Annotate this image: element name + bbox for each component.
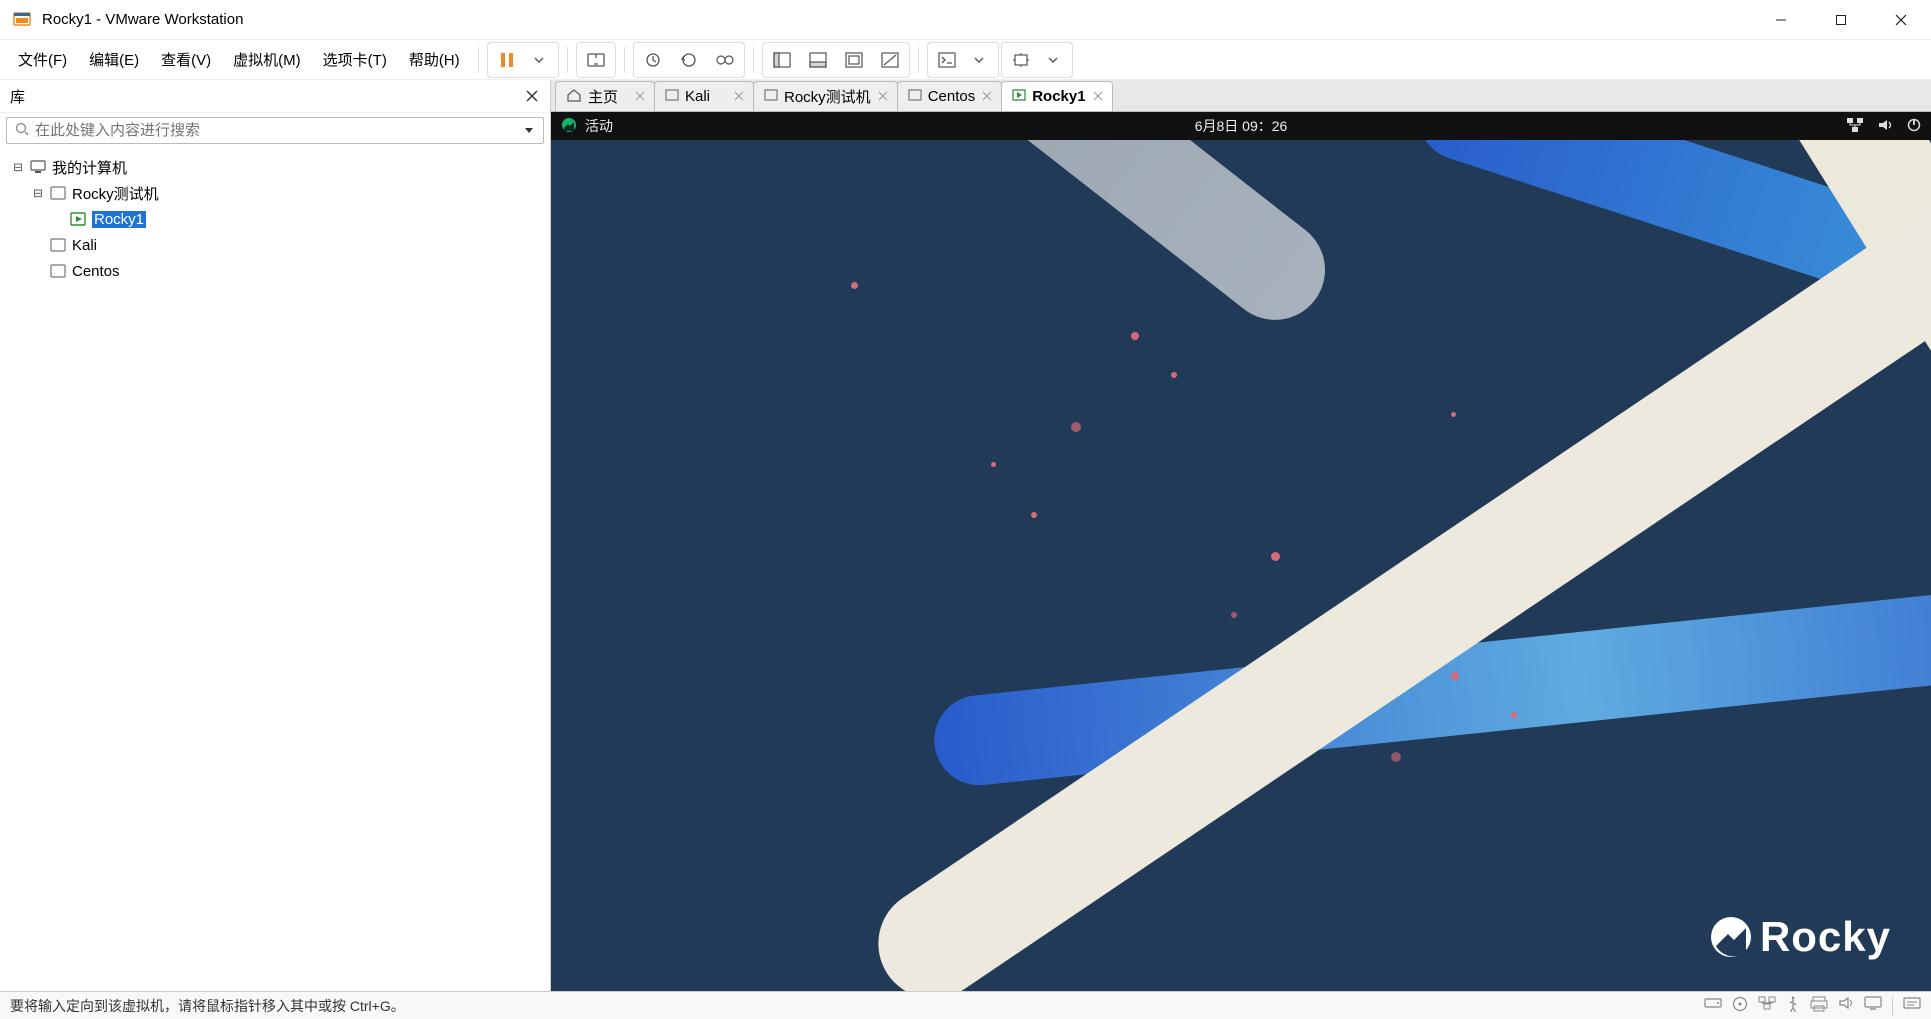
library-tree: ⊟ 我的计算机 ⊟ Rocky测试机 Rocky1 Kali	[0, 148, 550, 991]
tree-root-my-computer[interactable]: ⊟ 我的计算机	[4, 154, 546, 180]
vm-off-icon	[48, 261, 68, 281]
status-hdd-icon[interactable]	[1704, 996, 1722, 1015]
vm-area: 主页 Kali Rocky测试机 Centos Rocky1	[551, 80, 1931, 991]
tab-kali[interactable]: Kali	[654, 81, 754, 111]
status-sound-icon[interactable]	[1838, 996, 1854, 1015]
vm-off-icon	[764, 88, 778, 105]
sidebar-search[interactable]	[6, 117, 544, 144]
toolbar-stretch-dropdown[interactable]	[1036, 45, 1070, 75]
window-minimize-button[interactable]	[1751, 0, 1811, 40]
tree-item-label: Rocky测试机	[72, 183, 159, 204]
window-close-button[interactable]	[1871, 0, 1931, 40]
tab-label: Kali	[685, 88, 710, 105]
tab-centos[interactable]: Centos	[897, 81, 1003, 111]
vm-off-icon	[665, 88, 679, 105]
tree-vm-rocky1[interactable]: Rocky1	[4, 206, 546, 232]
tab-label: Rocky测试机	[784, 86, 871, 107]
toolbar-view-unity-button[interactable]	[873, 45, 907, 75]
tab-rocky-test[interactable]: Rocky测试机	[753, 81, 898, 111]
volume-icon[interactable]	[1877, 118, 1893, 135]
sidebar-close-button[interactable]	[520, 84, 544, 108]
tree-root-label: 我的计算机	[52, 157, 127, 178]
rocky-wallpaper: Rocky	[551, 112, 1931, 991]
window-maximize-button[interactable]	[1811, 0, 1871, 40]
rocky-hat-icon	[561, 117, 577, 136]
status-usb-icon[interactable]	[1786, 996, 1800, 1015]
tab-home[interactable]: 主页	[555, 81, 655, 111]
status-net-icon[interactable]	[1758, 996, 1776, 1015]
toolbar-stretch-button[interactable]	[1004, 45, 1038, 75]
tree-item-label: Kali	[72, 237, 97, 254]
tab-close-button[interactable]	[875, 88, 891, 104]
vm-off-icon	[48, 183, 68, 203]
sidebar-title: 库	[10, 86, 520, 107]
tree-collapse-icon[interactable]: ⊟	[8, 157, 28, 177]
tab-close-button[interactable]	[979, 88, 995, 104]
tab-close-button[interactable]	[632, 88, 648, 104]
tab-label: Centos	[928, 88, 976, 105]
toolbar-snapshot-take-button[interactable]	[636, 45, 670, 75]
toolbar-power-pause-button[interactable]	[490, 45, 524, 75]
vm-off-icon	[48, 235, 68, 255]
status-bar: 要将输入定向到该虚拟机，请将鼠标指针移入其中或按 Ctrl+G。	[0, 991, 1931, 1019]
tab-label: 主页	[588, 86, 618, 107]
home-icon	[566, 88, 582, 106]
status-display-icon[interactable]	[1864, 996, 1882, 1015]
status-cd-icon[interactable]	[1732, 996, 1748, 1015]
window-title-bar: Rocky1 - VMware Workstation	[0, 0, 1931, 40]
toolbar-snapshot-revert-button[interactable]	[672, 45, 706, 75]
tree-vm-kali[interactable]: Kali	[4, 232, 546, 258]
toolbar-send-ctrl-alt-del-button[interactable]	[579, 45, 613, 75]
tab-bar: 主页 Kali Rocky测试机 Centos Rocky1	[551, 80, 1931, 112]
menu-file[interactable]: 文件(F)	[8, 45, 77, 74]
tree-item-label: Rocky1	[92, 211, 146, 228]
rocky-brand-logo: Rocky	[1710, 913, 1891, 961]
tab-close-button[interactable]	[731, 88, 747, 104]
menu-view[interactable]: 查看(V)	[151, 45, 221, 74]
vm-guest-display[interactable]: Rocky 活动 6月8日 09：26	[551, 112, 1931, 991]
tree-item-label: Centos	[72, 263, 120, 280]
gnome-activities-label: 活动	[585, 116, 613, 136]
toolbar-console-button[interactable]	[930, 45, 964, 75]
network-icon[interactable]	[1847, 118, 1863, 135]
rocky-brand-text: Rocky	[1760, 913, 1891, 961]
tab-label: Rocky1	[1032, 88, 1085, 105]
vm-running-icon	[68, 209, 88, 229]
toolbar-view-sidebar-button[interactable]	[765, 45, 799, 75]
sidebar-search-input[interactable]	[35, 122, 523, 139]
gnome-top-bar[interactable]: 活动 6月8日 09：26	[551, 112, 1931, 140]
library-sidebar: 库 ⊟ 我的计算机 ⊟ Rocky测试机 Rocky1	[0, 80, 551, 991]
menu-bar: 文件(F) 编辑(E) 查看(V) 虚拟机(M) 选项卡(T) 帮助(H)	[0, 40, 1931, 80]
computer-icon	[28, 157, 48, 177]
app-icon	[12, 10, 32, 30]
status-device-icons	[1704, 996, 1882, 1015]
vm-running-icon	[1012, 88, 1026, 105]
menu-edit[interactable]: 编辑(E)	[79, 45, 149, 74]
menu-vm[interactable]: 虚拟机(M)	[223, 45, 311, 74]
gnome-datetime[interactable]: 6月8日 09：26	[1195, 116, 1288, 136]
toolbar-view-fullscreen-button[interactable]	[837, 45, 871, 75]
tree-folder-rocky-test[interactable]: ⊟ Rocky测试机	[4, 180, 546, 206]
tab-close-button[interactable]	[1090, 88, 1106, 104]
toolbar-snapshot-manager-button[interactable]	[708, 45, 742, 75]
tree-collapse-icon[interactable]: ⊟	[28, 183, 48, 203]
window-title: Rocky1 - VMware Workstation	[42, 11, 243, 28]
toolbar-power-dropdown[interactable]	[522, 45, 556, 75]
menu-help[interactable]: 帮助(H)	[399, 45, 470, 74]
tree-vm-centos[interactable]: Centos	[4, 258, 546, 284]
status-messages-icon[interactable]	[1903, 997, 1921, 1014]
gnome-activities-button[interactable]: 活动	[561, 116, 613, 136]
vm-off-icon	[908, 88, 922, 105]
search-icon	[15, 122, 29, 139]
menu-tabs[interactable]: 选项卡(T)	[313, 45, 397, 74]
sidebar-search-dropdown[interactable]	[523, 123, 535, 139]
status-message: 要将输入定向到该虚拟机，请将鼠标指针移入其中或按 Ctrl+G。	[10, 996, 1704, 1016]
status-printer-icon[interactable]	[1810, 996, 1828, 1015]
toolbar-view-console-button[interactable]	[801, 45, 835, 75]
toolbar-console-dropdown[interactable]	[962, 45, 996, 75]
power-icon[interactable]	[1907, 118, 1921, 135]
tab-rocky1[interactable]: Rocky1	[1001, 81, 1112, 111]
